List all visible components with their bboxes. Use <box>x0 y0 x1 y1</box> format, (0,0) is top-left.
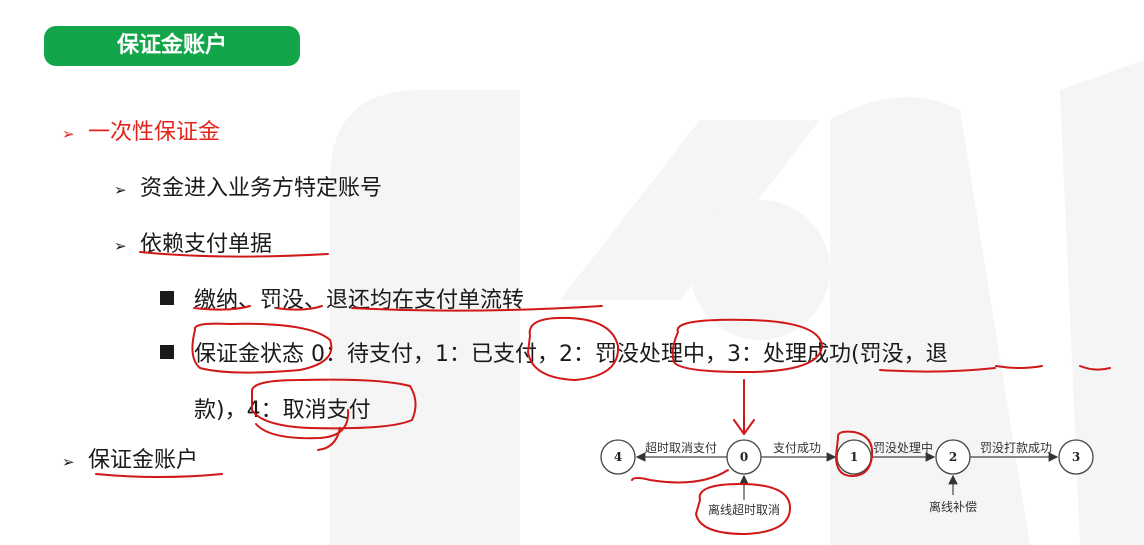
state-label-4: 4 <box>614 450 622 464</box>
state-label-0: 0 <box>740 450 748 464</box>
state-diagram: 4 0 1 2 3 超时取消支付 支付成功 罚没处理中 罚没打款成功 离线超时取… <box>600 439 1094 517</box>
edge-label-confiscate-processing: 罚没处理中 <box>873 440 933 455</box>
state-label-3: 3 <box>1072 450 1080 464</box>
edge-label-pay-success: 支付成功 <box>773 441 821 455</box>
event-label-offline-cancel: 离线超时取消 <box>708 502 780 517</box>
edge-label-confiscate-paid: 罚没打款成功 <box>980 440 1052 455</box>
edge-label-timeout-cancel: 超时取消支付 <box>645 440 717 455</box>
state-label-2: 2 <box>949 450 957 464</box>
state-label-1: 1 <box>850 450 858 464</box>
event-label-offline-compensate: 离线补偿 <box>929 499 977 514</box>
